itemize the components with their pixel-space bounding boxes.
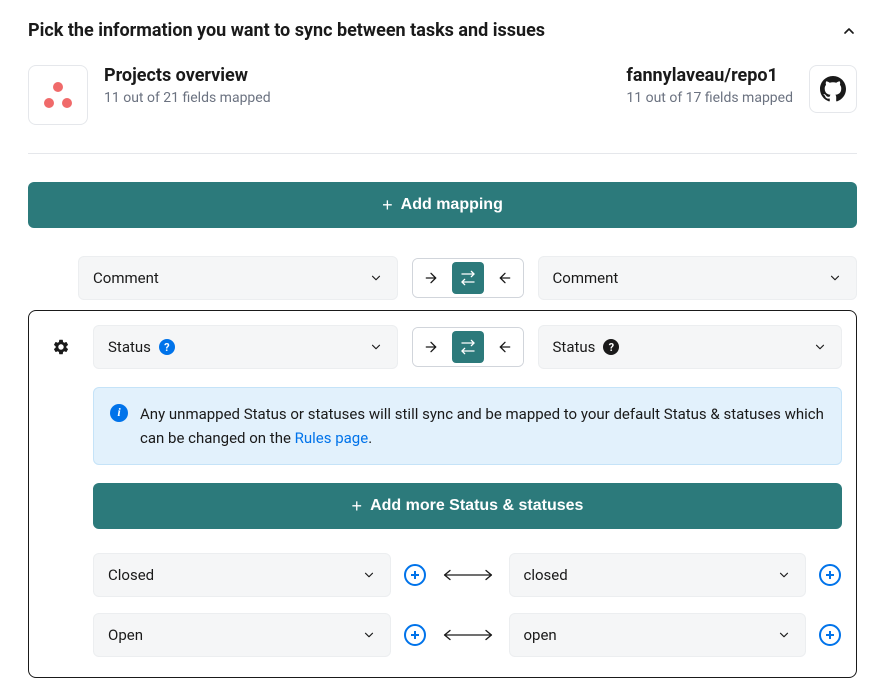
arrow-left-icon (497, 339, 513, 355)
sync-direction-toggle (412, 258, 524, 298)
bidirectional-arrow-icon (439, 568, 497, 582)
target-mapped-count: 11 out of 17 fields mapped (626, 90, 793, 106)
add-target-value-button[interactable] (818, 563, 842, 587)
direction-right-button[interactable] (413, 259, 449, 297)
chevron-down-icon (777, 628, 791, 642)
source-field-select-status[interactable]: Status ? (93, 325, 398, 369)
direction-both-button[interactable] (452, 262, 484, 294)
target-field-label: Comment (553, 269, 619, 287)
source-status-label: Status (108, 338, 151, 356)
plus-icon: + (382, 196, 393, 214)
target-status-value-select[interactable]: open (509, 613, 807, 657)
add-more-status-button[interactable]: + Add more Status & statuses (93, 483, 842, 529)
target-field-select-comment[interactable]: Comment (538, 256, 858, 300)
target-status-label: Status (553, 338, 596, 356)
collapse-chevron-icon[interactable] (841, 23, 857, 39)
arrow-right-icon (423, 339, 439, 355)
add-mapping-label: Add mapping (401, 196, 503, 214)
section-title: Pick the information you want to sync be… (28, 20, 545, 41)
arrows-both-icon (460, 339, 476, 355)
github-icon (820, 76, 846, 102)
info-banner: i Any unmapped Status or statuses will s… (93, 387, 842, 465)
info-text: Any unmapped Status or statuses will sti… (140, 405, 824, 447)
add-source-value-button[interactable] (403, 563, 427, 587)
gear-icon[interactable] (52, 338, 70, 356)
direction-left-button[interactable] (487, 328, 523, 366)
arrow-left-icon (497, 270, 513, 286)
direction-right-button[interactable] (413, 328, 449, 366)
help-icon[interactable]: ? (603, 339, 619, 355)
status-value-label: closed (524, 566, 568, 584)
chevron-down-icon (813, 340, 827, 354)
target-app-icon-box (809, 65, 857, 113)
chevron-down-icon (369, 271, 383, 285)
chevron-down-icon (362, 568, 376, 582)
source-field-label: Comment (93, 269, 159, 287)
help-icon[interactable]: ? (159, 339, 175, 355)
chevron-down-icon (828, 271, 842, 285)
direction-left-button[interactable] (487, 259, 523, 297)
source-app-icon-box (28, 65, 88, 125)
source-status-value-select[interactable]: Open (93, 613, 391, 657)
sync-direction-toggle (412, 327, 524, 367)
source-status-value-select[interactable]: Closed (93, 553, 391, 597)
direction-both-button[interactable] (452, 331, 484, 363)
rules-page-link[interactable]: Rules page (295, 429, 369, 447)
chevron-down-icon (362, 628, 376, 642)
chevron-down-icon (369, 340, 383, 354)
status-value-label: Open (108, 626, 143, 644)
add-target-value-button[interactable] (818, 623, 842, 647)
source-field-select-comment[interactable]: Comment (78, 256, 398, 300)
target-field-select-status[interactable]: Status ? (538, 325, 843, 369)
status-value-label: Closed (108, 566, 154, 584)
chevron-down-icon (777, 568, 791, 582)
target-repo-name: fannylaveau/repo1 (626, 65, 793, 86)
arrow-right-icon (423, 270, 439, 286)
add-source-value-button[interactable] (403, 623, 427, 647)
arrows-both-icon (460, 270, 476, 286)
add-more-status-label: Add more Status & statuses (370, 497, 583, 515)
target-status-value-select[interactable]: closed (509, 553, 807, 597)
info-icon: i (110, 404, 128, 422)
source-project-name: Projects overview (104, 65, 271, 86)
add-mapping-button[interactable]: + Add mapping (28, 182, 857, 228)
plus-icon: + (352, 497, 363, 515)
status-value-label: open (524, 626, 557, 644)
info-text-end: . (368, 429, 372, 447)
asana-icon (44, 82, 72, 108)
bidirectional-arrow-icon (439, 628, 497, 642)
source-mapped-count: 11 out of 21 fields mapped (104, 90, 271, 106)
